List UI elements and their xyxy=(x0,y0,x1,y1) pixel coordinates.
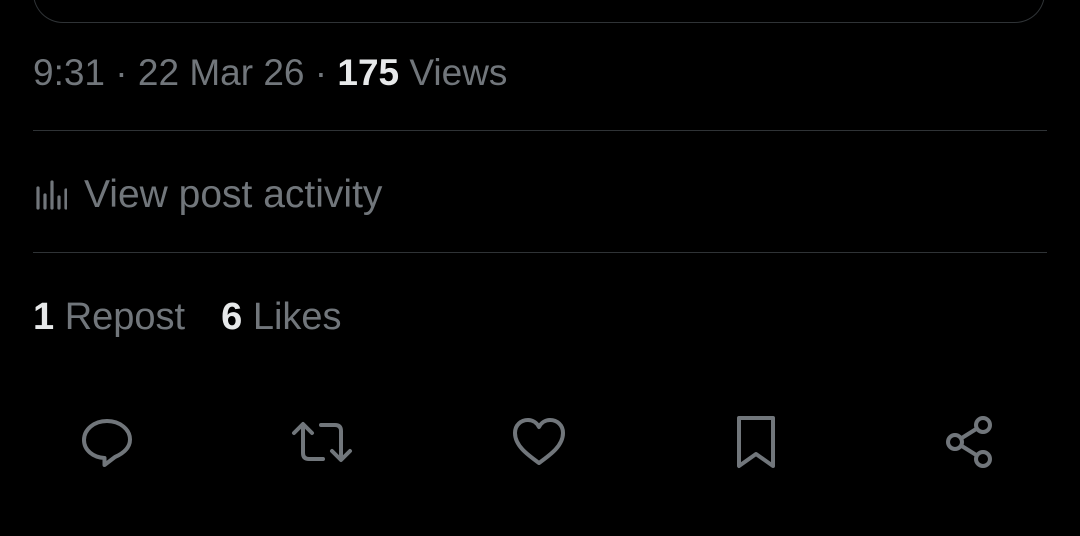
post-time[interactable]: 9:31 xyxy=(33,52,105,93)
divider xyxy=(33,252,1047,253)
likes-label: Likes xyxy=(252,295,342,338)
meta-separator: · xyxy=(314,52,328,93)
bookmark-button[interactable] xyxy=(726,412,786,472)
likes-count: 6 xyxy=(221,295,243,338)
divider xyxy=(33,130,1047,131)
media-card-bottom xyxy=(33,0,1045,23)
reply-button[interactable] xyxy=(77,412,137,472)
repost-icon xyxy=(290,413,354,471)
heart-icon xyxy=(509,413,569,471)
post-meta: 9:31 · 22 Mar 26 · 175 Views xyxy=(33,50,507,96)
view-post-activity-label: View post activity xyxy=(84,173,383,216)
share-icon xyxy=(940,413,1000,471)
reposts-label: Repost xyxy=(64,295,186,338)
post-date[interactable]: 22 Mar 26 xyxy=(138,52,305,93)
bookmark-icon xyxy=(731,412,781,472)
repost-button[interactable] xyxy=(292,412,352,472)
view-post-activity-link[interactable]: View post activity xyxy=(33,168,382,222)
bar-chart-icon xyxy=(33,178,67,212)
meta-separator: · xyxy=(115,52,128,93)
reposts-stat[interactable]: 1 Repost xyxy=(33,296,185,339)
engagement-stats: 1 Repost 6 Likes xyxy=(33,293,378,341)
reposts-count: 1 xyxy=(33,295,55,338)
like-button[interactable] xyxy=(509,412,569,472)
views-count: 175 xyxy=(337,52,400,93)
likes-stat[interactable]: 6 Likes xyxy=(221,296,341,339)
views-label: Views xyxy=(409,52,508,93)
reply-icon xyxy=(78,413,136,471)
share-button[interactable] xyxy=(940,412,1000,472)
